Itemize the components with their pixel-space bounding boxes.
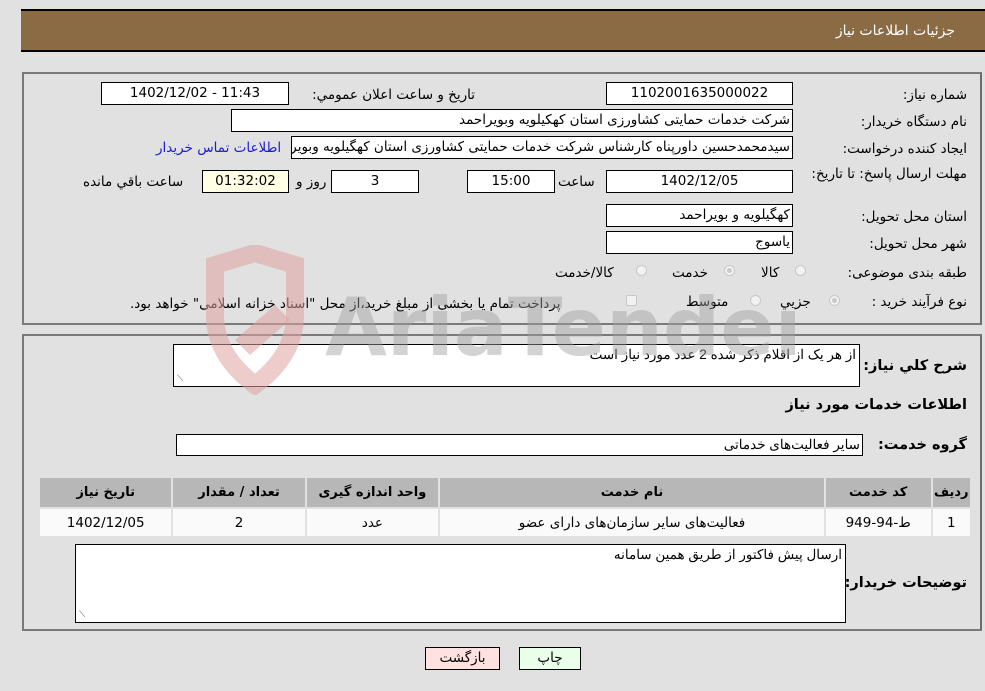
remaining-days-field[interactable]: 3 [331, 170, 419, 193]
buyer-org-field[interactable]: شرکت خدمات حمایتی کشاورزی استان کهکیلویه… [231, 109, 793, 132]
deadline-time-field[interactable]: 15:00 [467, 170, 555, 193]
table-row: 1 ط-94-949 فعالیت‌های سایر سازمان‌های دا… [40, 509, 970, 536]
cell-row-number: 1 [932, 509, 970, 536]
cell-service-name: فعالیت‌های سایر سازمان‌های دارای عضو [440, 509, 824, 536]
category-label: طبقه بندی موضوعی: [847, 265, 967, 281]
category-goods-service-label: کالا/خدمت [555, 265, 614, 281]
remaining-time-label: ساعت باقي مانده [83, 174, 184, 190]
col-need-date: تاریخ نیاز [40, 478, 172, 507]
need-number-field[interactable]: 1102001635000022 [606, 82, 793, 105]
cell-service-code: ط-94-949 [825, 509, 931, 536]
category-goods-radio[interactable] [795, 265, 806, 276]
days-label: روز و [296, 174, 327, 190]
buyer-contact-link[interactable]: اطلاعات تماس خریدار [156, 140, 281, 156]
services-table: ردیف کد خدمت نام خدمت واحد اندازه گیری ت… [38, 476, 972, 538]
col-quantity: تعداد / مقدار [173, 478, 305, 507]
description-label: شرح کلي نیاز: [863, 358, 967, 374]
buyer-notes-textarea[interactable]: ارسال پیش فاکتور از طریق همین سامانه ⟋ [75, 544, 846, 623]
buyer-notes-text: ارسال پیش فاکتور از طریق همین سامانه [613, 547, 842, 562]
category-goods-service-radio[interactable] [636, 265, 647, 276]
announce-datetime-label: تاریخ و ساعت اعلان عمومي: [312, 87, 475, 103]
cell-unit: عدد [306, 509, 439, 536]
service-group-field[interactable]: سایر فعالیت‌های خدماتی [176, 434, 863, 456]
buyer-org-label: نام دستگاه خریدار: [860, 114, 967, 130]
back-button[interactable]: بازگشت [425, 647, 500, 670]
cell-need-date: 1402/12/05 [40, 509, 172, 536]
city-field[interactable]: یاسوج [606, 231, 793, 254]
province-field[interactable]: کهگیلویه و بویراحمد [606, 204, 793, 227]
service-group-label: گروه خدمت: [877, 437, 967, 453]
col-unit: واحد اندازه گیری [306, 478, 439, 507]
cell-quantity: 2 [173, 509, 305, 536]
announce-datetime-field[interactable]: 1402/12/02 - 11:43 [101, 82, 289, 105]
table-header-row: ردیف کد خدمت نام خدمت واحد اندازه گیری ت… [40, 478, 970, 507]
page-title: جزئیات اطلاعات نیاز [835, 23, 955, 39]
category-service-radio[interactable] [724, 265, 735, 276]
deadline-date-field[interactable]: 1402/12/05 [606, 170, 793, 193]
remaining-time-field[interactable]: 01:32:02 [202, 170, 289, 193]
col-service-code: کد خدمت [825, 478, 931, 507]
treasury-bonds-checkbox[interactable] [626, 295, 637, 306]
city-label: شهر محل تحویل: [869, 236, 967, 252]
deadline-label: مهلت ارسال پاسخ: تا تاریخ: [811, 166, 967, 182]
category-goods-label: کالا [761, 265, 780, 281]
buyer-notes-label: توضیحات خریدار: [844, 575, 967, 591]
services-section-title: اطلاعات خدمات مورد نیاز [785, 397, 967, 413]
creator-field[interactable]: سیدمحمدحسین داورپناه کارشناس شرکت خدمات … [291, 136, 793, 159]
col-service-name: نام خدمت [440, 478, 824, 507]
resize-grip-icon[interactable]: ⟋ [177, 373, 183, 384]
creator-label: ایجاد کننده درخواست: [842, 141, 967, 157]
resize-grip-icon[interactable]: ⟋ [79, 609, 85, 620]
need-number-label: شماره نیاز: [902, 87, 967, 103]
treasury-note: پرداخت تمام یا بخشی از مبلغ خرید،از محل … [130, 296, 561, 312]
description-textarea[interactable]: از هر یک از اقلام ذکر شده 2 عدد مورد نیا… [173, 344, 860, 387]
purchase-type-label: نوع فرآیند خرید : [871, 294, 967, 310]
purchase-medium-label: متوسط [686, 294, 729, 310]
purchase-minor-radio[interactable] [829, 295, 840, 306]
page-header: جزئیات اطلاعات نیاز [21, 9, 985, 52]
purchase-medium-radio[interactable] [750, 295, 761, 306]
province-label: استان محل تحویل: [861, 209, 967, 225]
description-text: از هر یک از اقلام ذکر شده 2 عدد مورد نیا… [589, 347, 856, 362]
print-button[interactable]: چاپ [519, 647, 581, 670]
deadline-time-label: ساعت [558, 174, 595, 190]
col-row-number: ردیف [932, 478, 970, 507]
category-service-label: خدمت [672, 265, 708, 281]
purchase-minor-label: جزيي [780, 294, 811, 310]
